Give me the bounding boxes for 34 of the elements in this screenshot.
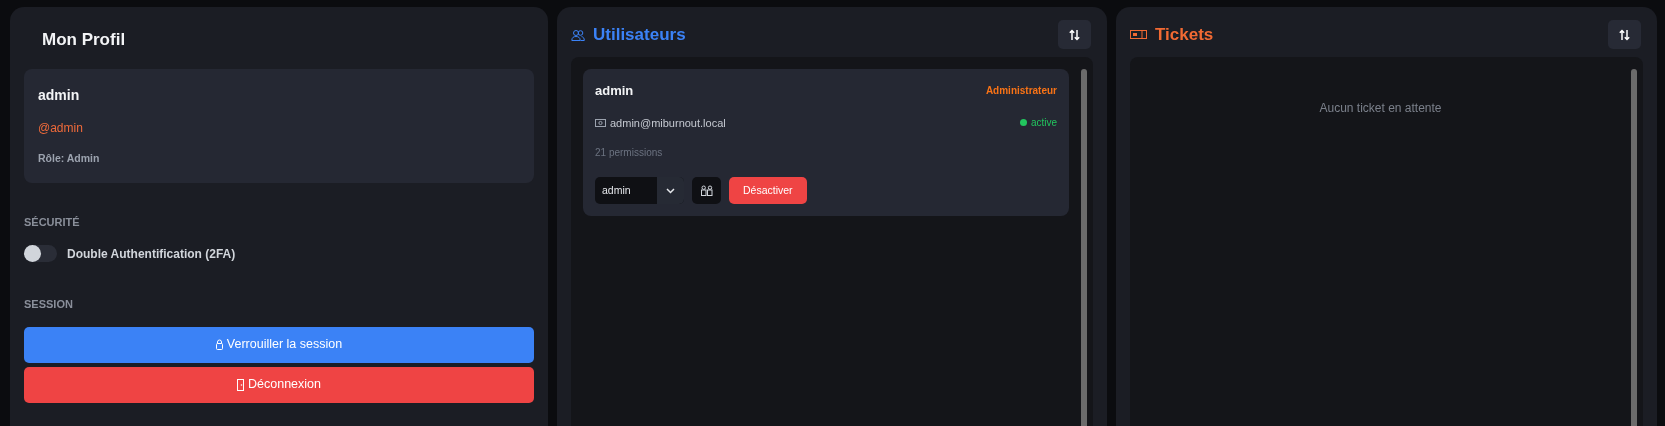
users-icon	[571, 28, 585, 41]
user-email: admin@miburnout.local	[610, 115, 726, 131]
ticket-icon	[1130, 30, 1147, 39]
user-name: admin	[595, 82, 634, 100]
envelope-icon	[595, 118, 606, 127]
toggle-switch[interactable]	[24, 245, 57, 262]
people-icon	[700, 185, 713, 196]
lock-session-button[interactable]: Verrouiller la session	[24, 326, 534, 363]
section-heading: SÉCURITÉ	[24, 214, 80, 230]
chevron-down-icon	[666, 187, 675, 194]
permissions-button[interactable]	[692, 177, 721, 204]
refresh-icon[interactable]	[1069, 28, 1080, 41]
deactivate-button[interactable]: Désactiver	[729, 177, 807, 204]
user-handle: @admin	[38, 119, 83, 137]
empty-message: Aucun ticket en attente	[1319, 101, 1442, 115]
panel-title: Tickets	[1155, 23, 1214, 46]
permissions-count: 21 permissions	[595, 146, 663, 160]
toggle-label: Double Authentification (2FA)	[67, 245, 236, 263]
scrollbar[interactable]	[1081, 69, 1087, 426]
logout-button[interactable]: Déconnexion	[24, 366, 534, 403]
user-name: admin	[38, 85, 80, 105]
scrollbar[interactable]	[1631, 69, 1637, 426]
user-role: Rôle: Admin	[38, 150, 100, 166]
panel-title: Utilisateurs	[593, 23, 686, 46]
section-heading: SESSION	[24, 296, 73, 312]
refresh-button[interactable]	[1058, 20, 1091, 49]
refresh-button[interactable]	[1608, 20, 1641, 49]
status-label: active	[1030, 116, 1057, 131]
door-icon	[237, 378, 244, 391]
refresh-icon[interactable]	[1619, 28, 1630, 41]
role-select[interactable]: admin	[595, 177, 684, 204]
lock-icon	[215, 339, 223, 350]
role-label: Administrateur	[985, 84, 1057, 99]
panel-title: Mon Profil	[42, 29, 126, 51]
